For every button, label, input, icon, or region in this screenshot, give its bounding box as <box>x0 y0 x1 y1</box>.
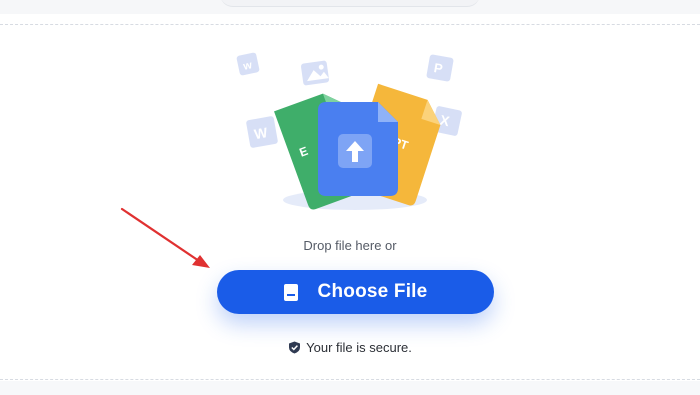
powerpoint-icon: P <box>426 54 454 82</box>
image-icon <box>300 60 330 86</box>
secure-notice: Your file is secure. <box>0 340 700 355</box>
choose-file-label: Choose File <box>317 281 428 302</box>
bottom-strip <box>0 381 700 395</box>
secure-check-icon <box>288 341 301 354</box>
drop-file-text: Drop file here or <box>303 238 397 253</box>
word-icon: w <box>236 52 260 76</box>
upload-card <box>318 102 398 196</box>
file-icon <box>283 283 298 301</box>
upload-page: w P X W PT E Drop file here or Choose Fi… <box>0 0 700 395</box>
annotation-arrow-icon <box>120 207 210 268</box>
dropzone-bottom-border <box>0 379 700 380</box>
choose-file-button[interactable]: Choose File <box>217 270 494 314</box>
word-doc-icon: W <box>246 116 278 148</box>
secure-text: Your file is secure. <box>306 340 412 355</box>
file-illustration: w P X W PT E <box>0 0 700 240</box>
